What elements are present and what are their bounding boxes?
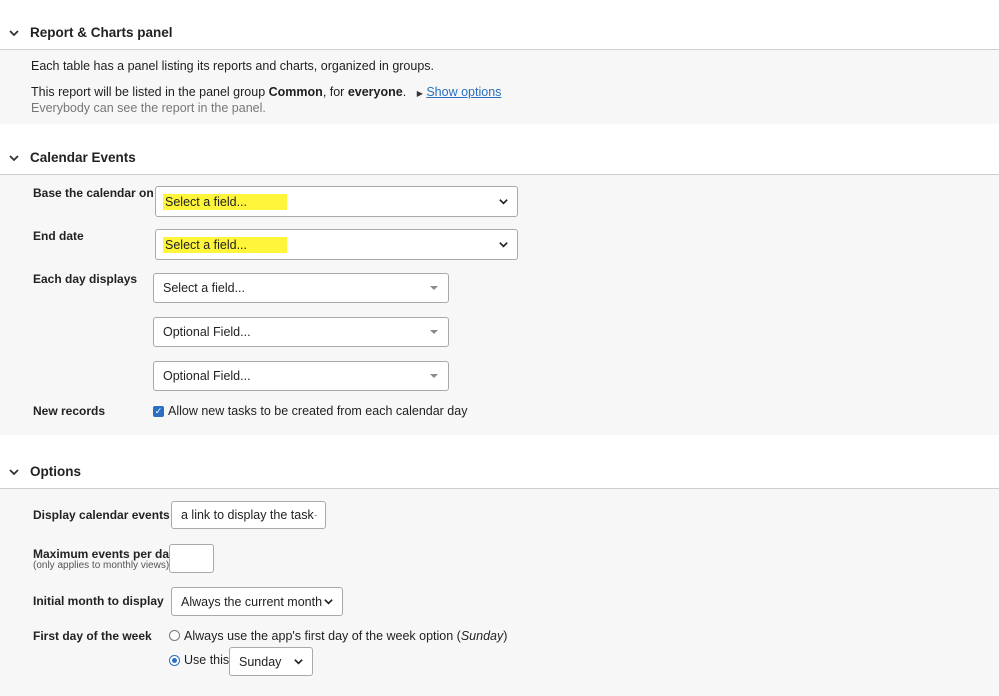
- options-title: Options: [30, 464, 81, 479]
- report-panel-header[interactable]: Report & Charts panel: [8, 25, 173, 40]
- initial-month-select[interactable]: Always the current month: [171, 587, 343, 616]
- report-panel-intro: Each table has a panel listing its repor…: [31, 59, 435, 73]
- display-events-select[interactable]: a link to display the task: [171, 501, 326, 529]
- app-option-prefix: Always use the app's first day of the we…: [184, 629, 461, 643]
- app-option-suffix: ): [503, 629, 508, 643]
- new-records-checkbox[interactable]: ✓: [153, 405, 164, 417]
- base-calendar-label: Base the calendar on: [33, 186, 154, 200]
- report-panel-title: Report & Charts panel: [30, 25, 173, 40]
- audience: everyone: [347, 85, 403, 99]
- chevron-down-icon[interactable]: [8, 152, 20, 164]
- chevron-down-icon: [499, 199, 508, 205]
- use-this-label: Use this:: [184, 653, 233, 667]
- each-day-field-1-value: Select a field...: [163, 281, 245, 295]
- chevron-down-icon: [294, 659, 303, 665]
- use-this-day-select[interactable]: Sunday: [229, 647, 313, 676]
- app-option-day: Sunday: [460, 629, 504, 643]
- base-calendar-value: Select a field...: [163, 193, 287, 210]
- each-day-field-2-value: Optional Field...: [163, 325, 251, 339]
- calendar-events-title: Calendar Events: [30, 150, 136, 165]
- first-day-app-radio[interactable]: [169, 630, 180, 641]
- max-events-note: (only applies to monthly views): [33, 560, 170, 571]
- caret-right-icon[interactable]: ▶: [417, 89, 423, 98]
- base-calendar-select[interactable]: Select a field...: [155, 186, 518, 217]
- options-header[interactable]: Options: [8, 464, 81, 479]
- end-date-select[interactable]: Select a field...: [155, 229, 518, 260]
- end-date-value: Select a field...: [163, 236, 287, 253]
- first-day-label: First day of the week: [33, 629, 152, 643]
- new-records-label: New records: [33, 404, 106, 418]
- chevron-down-icon: [499, 242, 508, 248]
- new-records-text: Allow new tasks to be created from each …: [168, 404, 468, 418]
- display-events-label: Display calendar events as: [33, 508, 187, 522]
- listing-prefix: This report will be listed in the panel …: [31, 85, 269, 99]
- group-name: Common: [268, 85, 323, 99]
- each-day-label: Each day displays: [33, 272, 138, 286]
- chevron-down-icon[interactable]: [8, 466, 20, 478]
- chevron-down-icon: [324, 599, 333, 605]
- first-day-use-this-option[interactable]: Use this:: [169, 653, 233, 667]
- initial-month-value: Always the current month: [181, 594, 323, 609]
- caret-down-icon: [430, 374, 438, 378]
- calendar-events-header[interactable]: Calendar Events: [8, 150, 136, 165]
- initial-month-label: Initial month to display: [33, 594, 164, 608]
- each-day-field-3[interactable]: Optional Field...: [153, 361, 449, 391]
- chevron-down-icon[interactable]: [8, 27, 20, 39]
- max-events-label: Maximum events per day: [33, 547, 176, 561]
- use-this-day-value: Sunday: [239, 654, 282, 669]
- chevron-down-icon: [314, 514, 317, 516]
- each-day-field-2[interactable]: Optional Field...: [153, 317, 449, 347]
- max-events-input[interactable]: [169, 544, 214, 573]
- listing-mid: , for: [322, 85, 348, 99]
- use-this-radio[interactable]: [169, 654, 180, 666]
- caret-down-icon: [430, 286, 438, 290]
- display-events-value: a link to display the task: [181, 508, 314, 522]
- end-date-label: End date: [33, 229, 84, 243]
- report-panel-listing: This report will be listed in the panel …: [31, 85, 501, 99]
- caret-down-icon: [430, 330, 438, 334]
- show-options-link[interactable]: Show options: [426, 85, 501, 99]
- each-day-field-3-value: Optional Field...: [163, 369, 251, 383]
- first-day-app-option[interactable]: Always use the app's first day of the we…: [169, 629, 507, 643]
- visibility-note: Everybody can see the report in the pane…: [31, 101, 266, 115]
- new-records-option[interactable]: ✓ Allow new tasks to be created from eac…: [153, 404, 467, 418]
- listing-end: .: [402, 85, 407, 99]
- each-day-field-1[interactable]: Select a field...: [153, 273, 449, 303]
